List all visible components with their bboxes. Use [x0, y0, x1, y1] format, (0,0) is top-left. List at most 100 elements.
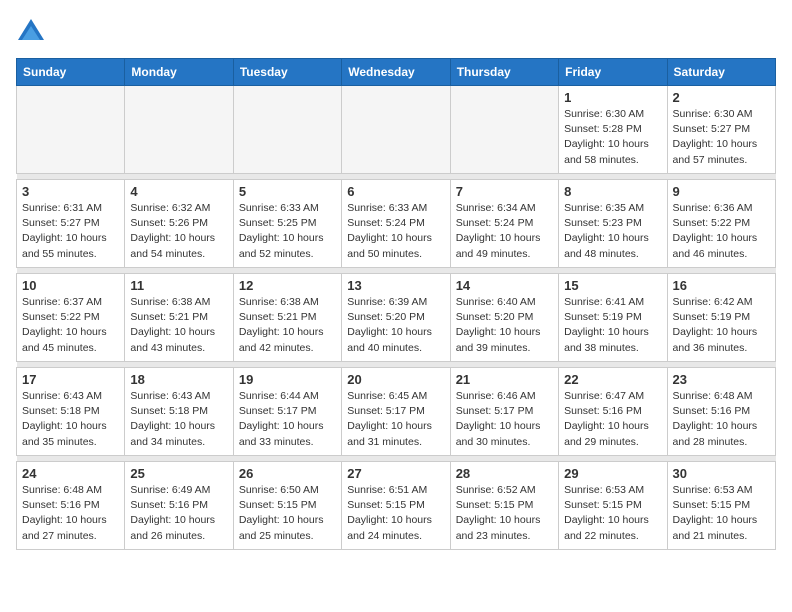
header-friday: Friday [559, 59, 667, 86]
day-number: 30 [673, 466, 770, 481]
week-row-1: 1 Sunrise: 6:30 AM Sunset: 5:28 PM Daylig… [17, 86, 776, 174]
day-cell: 29 Sunrise: 6:53 AM Sunset: 5:15 PM Dayli… [559, 462, 667, 550]
day-cell [450, 86, 558, 174]
day-number: 27 [347, 466, 444, 481]
day-number: 1 [564, 90, 661, 105]
day-info: Sunrise: 6:46 AM Sunset: 5:17 PM Dayligh… [456, 389, 553, 450]
day-number: 17 [22, 372, 119, 387]
week-row-5: 24Sunrise: 6:48 AM Sunset: 5:16 PM Dayli… [17, 462, 776, 550]
day-number: 29 [564, 466, 661, 481]
day-info: Sunrise: 6:53 AM Sunset: 5:15 PM Dayligh… [564, 483, 661, 544]
day-info: Sunrise: 6:40 AM Sunset: 5:20 PM Dayligh… [456, 295, 553, 356]
day-cell: 19 Sunrise: 6:44 AM Sunset: 5:17 PM Dayli… [233, 368, 341, 456]
day-number: 3 [22, 184, 119, 199]
day-cell: 16 Sunrise: 6:42 AM Sunset: 5:19 PM Dayli… [667, 274, 775, 362]
day-cell [17, 86, 125, 174]
day-cell: 24Sunrise: 6:48 AM Sunset: 5:16 PM Dayli… [17, 462, 125, 550]
day-number: 18 [130, 372, 227, 387]
day-info: Sunrise: 6:30 AM Sunset: 5:27 PM Dayligh… [673, 107, 770, 168]
day-cell: 21 Sunrise: 6:46 AM Sunset: 5:17 PM Dayli… [450, 368, 558, 456]
day-cell: 9Sunrise: 6:36 AM Sunset: 5:22 PM Daylig… [667, 180, 775, 268]
day-info: Sunrise: 6:51 AM Sunset: 5:15 PM Dayligh… [347, 483, 444, 544]
day-cell: 1 Sunrise: 6:30 AM Sunset: 5:28 PM Daylig… [559, 86, 667, 174]
day-info: Sunrise: 6:49 AM Sunset: 5:16 PM Dayligh… [130, 483, 227, 544]
day-cell: 4 Sunrise: 6:32 AM Sunset: 5:26 PM Daylig… [125, 180, 233, 268]
day-number: 21 [456, 372, 553, 387]
day-info: Sunrise: 6:31 AM Sunset: 5:27 PM Dayligh… [22, 201, 119, 262]
header-saturday: Saturday [667, 59, 775, 86]
day-cell [125, 86, 233, 174]
day-cell: 20 Sunrise: 6:45 AM Sunset: 5:17 PM Dayli… [342, 368, 450, 456]
header-sunday: Sunday [17, 59, 125, 86]
day-cell: 15Sunrise: 6:41 AM Sunset: 5:19 PM Dayli… [559, 274, 667, 362]
day-info: Sunrise: 6:43 AM Sunset: 5:18 PM Dayligh… [130, 389, 227, 450]
day-number: 23 [673, 372, 770, 387]
day-number: 12 [239, 278, 336, 293]
day-cell: 2 Sunrise: 6:30 AM Sunset: 5:27 PM Daylig… [667, 86, 775, 174]
day-number: 26 [239, 466, 336, 481]
day-info: Sunrise: 6:37 AM Sunset: 5:22 PM Dayligh… [22, 295, 119, 356]
day-info: Sunrise: 6:48 AM Sunset: 5:16 PM Dayligh… [673, 389, 770, 450]
day-info: Sunrise: 6:44 AM Sunset: 5:17 PM Dayligh… [239, 389, 336, 450]
day-cell: 13 Sunrise: 6:39 AM Sunset: 5:20 PM Dayli… [342, 274, 450, 362]
day-cell: 25 Sunrise: 6:49 AM Sunset: 5:16 PM Dayli… [125, 462, 233, 550]
day-info: Sunrise: 6:45 AM Sunset: 5:17 PM Dayligh… [347, 389, 444, 450]
day-cell: 6Sunrise: 6:33 AM Sunset: 5:24 PM Daylig… [342, 180, 450, 268]
day-number: 5 [239, 184, 336, 199]
week-row-2: 3 Sunrise: 6:31 AM Sunset: 5:27 PM Daylig… [17, 180, 776, 268]
day-info: Sunrise: 6:38 AM Sunset: 5:21 PM Dayligh… [239, 295, 336, 356]
day-number: 8 [564, 184, 661, 199]
day-cell: 28 Sunrise: 6:52 AM Sunset: 5:15 PM Dayli… [450, 462, 558, 550]
day-info: Sunrise: 6:50 AM Sunset: 5:15 PM Dayligh… [239, 483, 336, 544]
day-info: Sunrise: 6:52 AM Sunset: 5:15 PM Dayligh… [456, 483, 553, 544]
day-info: Sunrise: 6:53 AM Sunset: 5:15 PM Dayligh… [673, 483, 770, 544]
header-row: SundayMondayTuesdayWednesdayThursdayFrid… [17, 59, 776, 86]
page-header [16, 16, 776, 46]
day-number: 20 [347, 372, 444, 387]
day-cell: 26 Sunrise: 6:50 AM Sunset: 5:15 PM Dayli… [233, 462, 341, 550]
day-info: Sunrise: 6:32 AM Sunset: 5:26 PM Dayligh… [130, 201, 227, 262]
header-monday: Monday [125, 59, 233, 86]
calendar: SundayMondayTuesdayWednesdayThursdayFrid… [16, 58, 776, 550]
day-cell: 30 Sunrise: 6:53 AM Sunset: 5:15 PM Dayli… [667, 462, 775, 550]
week-row-4: 17 Sunrise: 6:43 AM Sunset: 5:18 PM Dayli… [17, 368, 776, 456]
day-number: 19 [239, 372, 336, 387]
header-wednesday: Wednesday [342, 59, 450, 86]
day-number: 28 [456, 466, 553, 481]
day-cell: 8 Sunrise: 6:35 AM Sunset: 5:23 PM Daylig… [559, 180, 667, 268]
day-info: Sunrise: 6:30 AM Sunset: 5:28 PM Dayligh… [564, 107, 661, 168]
day-number: 7 [456, 184, 553, 199]
logo-icon [16, 16, 46, 46]
day-info: Sunrise: 6:41 AM Sunset: 5:19 PM Dayligh… [564, 295, 661, 356]
day-info: Sunrise: 6:36 AM Sunset: 5:22 PM Dayligh… [673, 201, 770, 262]
day-cell: 3 Sunrise: 6:31 AM Sunset: 5:27 PM Daylig… [17, 180, 125, 268]
day-cell: 12 Sunrise: 6:38 AM Sunset: 5:21 PM Dayli… [233, 274, 341, 362]
day-number: 14 [456, 278, 553, 293]
day-number: 2 [673, 90, 770, 105]
day-info: Sunrise: 6:39 AM Sunset: 5:20 PM Dayligh… [347, 295, 444, 356]
day-info: Sunrise: 6:35 AM Sunset: 5:23 PM Dayligh… [564, 201, 661, 262]
day-number: 11 [130, 278, 227, 293]
day-cell: 11Sunrise: 6:38 AM Sunset: 5:21 PM Dayli… [125, 274, 233, 362]
day-cell: 27 Sunrise: 6:51 AM Sunset: 5:15 PM Dayli… [342, 462, 450, 550]
day-number: 6 [347, 184, 444, 199]
day-cell: 17 Sunrise: 6:43 AM Sunset: 5:18 PM Dayli… [17, 368, 125, 456]
day-number: 16 [673, 278, 770, 293]
day-cell: 14 Sunrise: 6:40 AM Sunset: 5:20 PM Dayli… [450, 274, 558, 362]
week-row-3: 10 Sunrise: 6:37 AM Sunset: 5:22 PM Dayli… [17, 274, 776, 362]
day-number: 25 [130, 466, 227, 481]
day-info: Sunrise: 6:42 AM Sunset: 5:19 PM Dayligh… [673, 295, 770, 356]
day-info: Sunrise: 6:33 AM Sunset: 5:25 PM Dayligh… [239, 201, 336, 262]
day-number: 4 [130, 184, 227, 199]
day-number: 10 [22, 278, 119, 293]
day-cell: 23 Sunrise: 6:48 AM Sunset: 5:16 PM Dayli… [667, 368, 775, 456]
day-info: Sunrise: 6:47 AM Sunset: 5:16 PM Dayligh… [564, 389, 661, 450]
header-thursday: Thursday [450, 59, 558, 86]
day-cell [342, 86, 450, 174]
day-cell [233, 86, 341, 174]
day-info: Sunrise: 6:43 AM Sunset: 5:18 PM Dayligh… [22, 389, 119, 450]
day-number: 13 [347, 278, 444, 293]
logo [16, 16, 50, 46]
header-tuesday: Tuesday [233, 59, 341, 86]
day-info: Sunrise: 6:34 AM Sunset: 5:24 PM Dayligh… [456, 201, 553, 262]
